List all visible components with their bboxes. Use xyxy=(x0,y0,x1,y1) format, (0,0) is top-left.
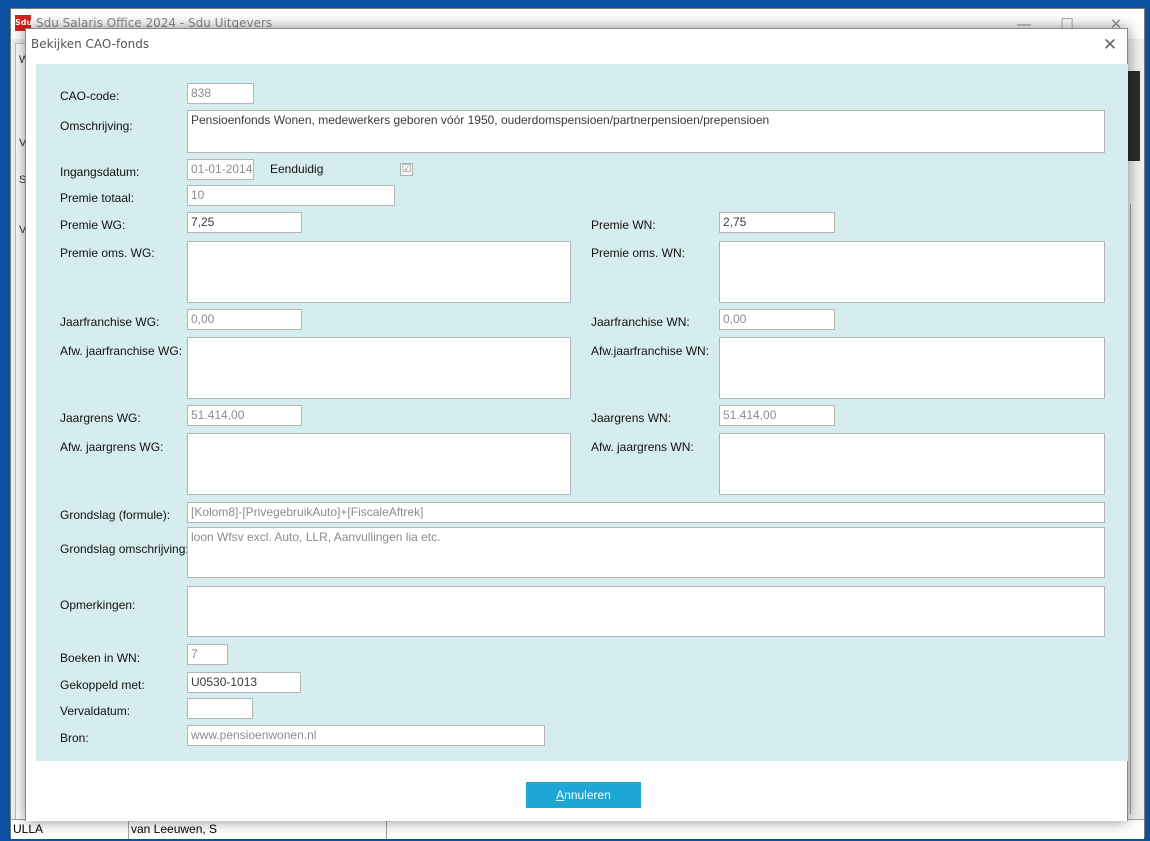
jaargrens-wg-field[interactable]: 51.414,00 xyxy=(187,405,302,426)
afw-jaarfranchise-wg-field[interactable] xyxy=(187,337,571,399)
afw-jaarfranchise-wg-label: Afw. jaarfranchise WG: xyxy=(60,344,183,358)
premie-wg-field[interactable]: 7,25 xyxy=(187,212,302,233)
premie-wg-label: Premie WG: xyxy=(60,218,126,232)
afw-jaargrens-wg-field[interactable] xyxy=(187,433,571,495)
jaarfranchise-wg-label: Jaarfranchise WG: xyxy=(60,315,160,329)
grondslag-formule-label: Grondslag (formule): xyxy=(60,508,171,522)
bron-field[interactable]: www.pensioenwonen.nl xyxy=(187,725,545,746)
afw-jaarfranchise-wn-label: Afw.jaarfranchise WN: xyxy=(591,344,710,358)
statusbar: ULLA van Leeuwen, S xyxy=(11,819,1144,839)
gekoppeld-met-field[interactable]: U0530-1013 xyxy=(187,672,301,693)
opmerkingen-field[interactable] xyxy=(187,586,1105,637)
omschrijving-field[interactable]: Pensioenfonds Wonen, medewerkers geboren… xyxy=(187,110,1105,153)
premie-oms-wg-field[interactable] xyxy=(187,241,571,303)
premie-totaal-field[interactable]: 10 xyxy=(187,185,395,206)
premie-wn-label: Premie WN: xyxy=(591,218,656,232)
opmerkingen-label: Opmerkingen: xyxy=(60,598,136,612)
premie-oms-wn-field[interactable] xyxy=(719,241,1105,303)
jaarfranchise-wn-field[interactable]: 0,00 xyxy=(719,309,835,330)
cao-code-label: CAO-code: xyxy=(60,89,120,103)
status-employee-name: van Leeuwen, S xyxy=(129,820,387,839)
afw-jaargrens-wg-label: Afw. jaargrens WG: xyxy=(60,440,164,454)
ingangsdatum-label: Ingangsdatum: xyxy=(60,165,140,179)
grondslag-omschrijving-field[interactable]: loon Wfsv excl. Auto, LLR, Aanvullingen … xyxy=(187,527,1105,578)
premie-totaal-label: Premie totaal: xyxy=(60,191,135,205)
premie-oms-wg-label: Premie oms. WG: xyxy=(60,246,155,260)
eenduidig-label: Eenduidig xyxy=(270,162,324,176)
background-divider xyxy=(1130,204,1131,814)
cao-code-field[interactable]: 838 xyxy=(187,83,254,104)
ingangsdatum-field[interactable]: 01-01-2014 xyxy=(187,159,254,180)
vervaldatum-field[interactable] xyxy=(187,698,253,719)
boeken-in-wn-label: Boeken in WN: xyxy=(60,651,141,665)
afw-jaarfranchise-wn-field[interactable] xyxy=(719,337,1105,399)
background-toolbar-edge xyxy=(1128,71,1140,161)
dialog-form: CAO-code: 838 Omschrijving: Pensioenfond… xyxy=(36,64,1128,761)
jaargrens-wg-label: Jaargrens WG: xyxy=(60,411,141,425)
grondslag-omschrijving-label: Grondslag omschrijving: xyxy=(60,542,189,556)
dialog-title: Bekijken CAO-fonds xyxy=(31,37,150,51)
dialog-footer: Annuleren xyxy=(26,761,1127,821)
boeken-in-wn-field[interactable]: 7 xyxy=(187,644,228,665)
dialog-titlebar: Bekijken CAO-fonds ✕ xyxy=(26,29,1127,63)
jaargrens-wn-field[interactable]: 51.414,00 xyxy=(719,405,835,426)
status-user: ULLA xyxy=(11,820,129,839)
annuleren-accelerator: A xyxy=(556,788,565,802)
annuleren-label: nnuleren xyxy=(564,788,611,802)
omschrijving-label: Omschrijving: xyxy=(60,119,133,133)
cao-fonds-dialog: Bekijken CAO-fonds ✕ CAO-code: 838 Omsch… xyxy=(25,28,1128,821)
annuleren-button[interactable]: Annuleren xyxy=(526,782,641,808)
jaargrens-wn-label: Jaargrens WN: xyxy=(591,411,672,425)
bron-label: Bron: xyxy=(60,731,89,745)
afw-jaargrens-wn-label: Afw. jaargrens WN: xyxy=(591,440,694,454)
grondslag-formule-field[interactable]: [Kolom8]-[PrivegebruikAuto]+[FiscaleAftr… xyxy=(187,502,1105,523)
premie-wn-field[interactable]: 2,75 xyxy=(719,212,835,233)
dialog-close-button[interactable]: ✕ xyxy=(1096,31,1124,59)
jaarfranchise-wn-label: Jaarfranchise WN: xyxy=(591,315,690,329)
afw-jaargrens-wn-field[interactable] xyxy=(719,433,1105,495)
vervaldatum-label: Vervaldatum: xyxy=(60,704,131,718)
eenduidig-checkbox[interactable]: ☑ xyxy=(400,163,413,176)
jaarfranchise-wg-field[interactable]: 0,00 xyxy=(187,309,302,330)
premie-oms-wn-label: Premie oms. WN: xyxy=(591,246,686,260)
gekoppeld-met-label: Gekoppeld met: xyxy=(60,678,145,692)
